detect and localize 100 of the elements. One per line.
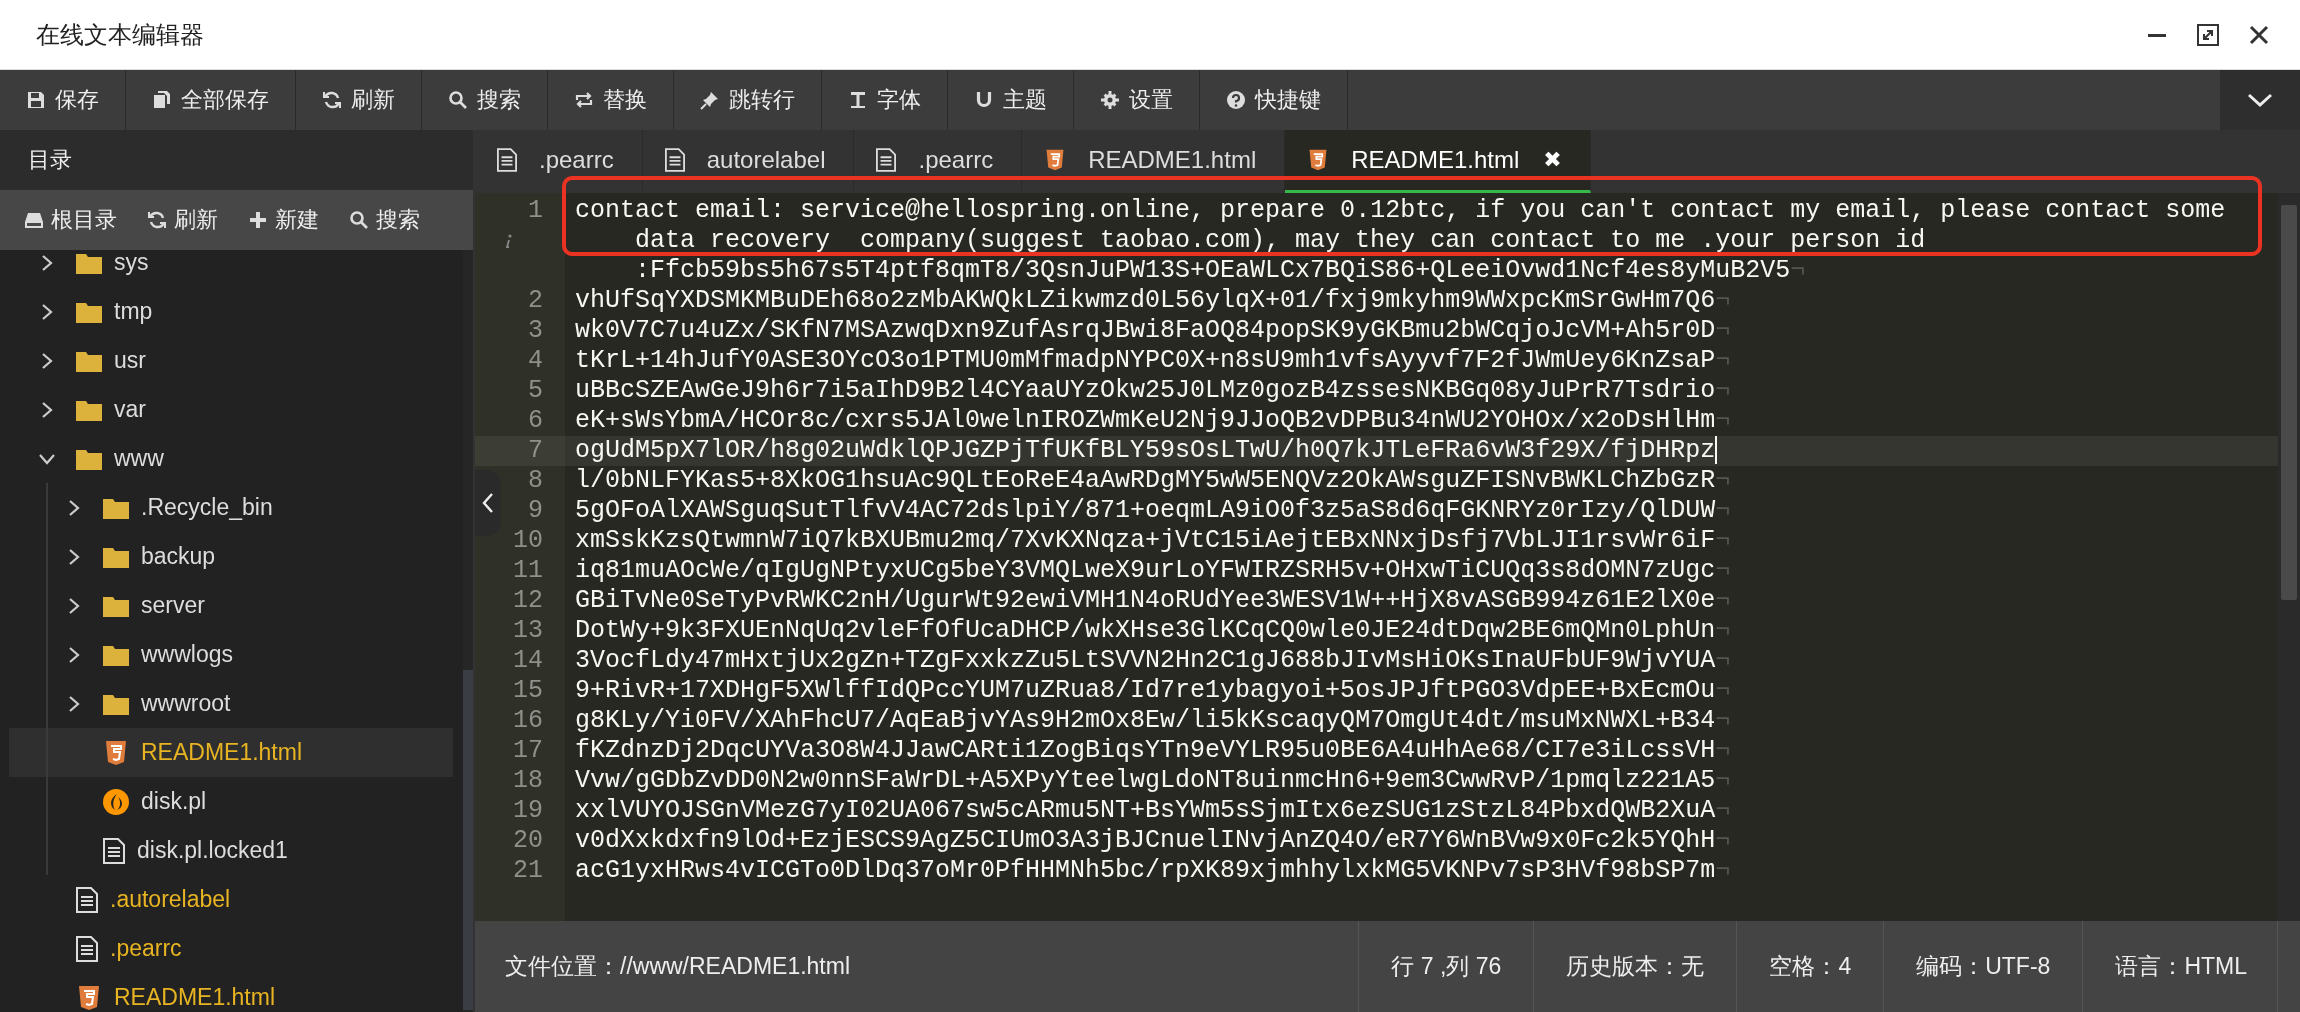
end-of-line-mark: ¬ [1715,856,1731,885]
close-icon[interactable] [2248,23,2270,46]
status-item: 语言：HTML [2082,921,2278,1012]
tree-item[interactable]: .pearrc [9,924,453,973]
code-line: xmSskKzsQtwmnW7iQ7kBXUBmu2mq/7XvKXNqza+jVtC15iAejtEBxNNxjDsfj7VbLJI1rsvWr6iF [575,526,1716,555]
line-number: 20 [513,826,543,856]
line-number: 7 [528,436,543,466]
end-of-line-mark: ¬ [1715,616,1731,645]
file-tab[interactable]: README1.html ✖ [1285,130,1591,193]
document-icon [876,148,897,172]
chevron-left-icon [481,492,495,514]
code-line: 5gOFoAlXAWSguqSutTlfvV4AC72dslpiY/871+oeqmLA9iO0f3z5aS8d6qFGKNRYz0rIzy/QlDUW [575,496,1716,525]
drive-icon [24,210,44,230]
line-number: 4 [528,346,543,376]
status-item: 编码：UTF-8 [1883,921,2083,1012]
tree-item[interactable]: tmp [9,287,453,336]
html-file-icon [76,984,102,1011]
end-of-line-mark: ¬ [1715,796,1731,825]
tree-item[interactable]: var [9,385,453,434]
tree-item[interactable]: disk.pl.locked1 [9,826,453,875]
document-icon [76,935,98,962]
end-of-line-mark: ¬ [1715,586,1731,615]
end-of-line-mark: ¬ [1790,256,1806,285]
document-icon [497,148,517,172]
tree-item[interactable]: README1.html [9,973,453,1012]
code-line: acG1yxHRws4vICGTo0DlDq37oMr0PfHHMNh5bc/rpXK89xjmhhylxkMG5VKNPv7sP3HVf98bSP7m [575,856,1716,885]
refresh-icon [322,90,342,110]
refresh-icon [147,210,167,230]
tree-item[interactable]: server [9,581,453,630]
line-number: 11 [513,556,543,586]
line-number: 14 [513,646,543,676]
copy-icon [152,90,172,110]
code-line: g8KLy/Yi0FV/XAhFhcU7/AqEaBjvYAs9H2mOx8Ew/li5kKscaqyQM7OmgUt4dt/msuMxNWXL+B34 [575,706,1716,735]
line-number: 10 [513,526,543,556]
swap-icon [574,90,594,110]
scrollbar-thumb[interactable] [2281,205,2297,600]
line-number: 12 [513,586,543,616]
folder-icon [103,496,129,519]
sidebar-title: 目录 [28,146,72,174]
code-line: contact email: service@hellospring.online, prepare 0.12btc, if you can't contact my email, please contact some [575,196,2226,225]
code-line: fKZdnzDj2DqcUYVa3O8W4JJawCARti1ZogBiqsYTn9eVYLR95u0BE6A4uHhAe68/CI7e3iLcssVH [575,736,1716,765]
code-line: uBBcSZEAwGeJ9h6r7i5aIhD9B2l4CYaaUYzOkw25J0LMz0gozB4zssesNKBGq08yJuPrR7Tsdrio [575,376,1716,405]
document-icon [664,148,685,172]
folder-icon [103,692,129,715]
file-path: 文件位置：//www/README1.html [504,952,851,981]
tree-item[interactable]: backup [9,532,453,581]
folder-icon [103,643,129,666]
code-line: Vvw/gGDbZvDD0N2w0nnSFaWrDL+A5XPyYteelwgLdoNT8uinmcHn6+9em3CwwRvP/1pmqlz221A5 [575,766,1716,795]
end-of-line-mark: ¬ [1715,316,1731,345]
restore-icon[interactable] [2196,22,2220,47]
end-of-line-mark: ¬ [1715,766,1731,795]
search-icon [349,210,369,230]
end-of-line-mark: ¬ [1715,376,1731,405]
end-of-line-mark: ¬ [1715,346,1731,375]
end-of-line-mark: ¬ [1715,736,1731,765]
tree-item[interactable]: .autorelabel [9,875,453,924]
end-of-line-mark: ¬ [1715,676,1731,705]
folder-icon [76,300,102,323]
help-icon [1226,90,1246,110]
code-line: 3VocfLdy47mHxtjUx2gZn+TZgFxxkzZu5LtSVVN2Hn2C1gJ688bJIvMsHiOKsInaUFbUF9WjvYUA [575,646,1716,675]
tree-item[interactable]: wwwroot [9,679,453,728]
code-line: wk0V7C7u4uZx/SKfN7MSAzwqDxn9ZufAsrqJBwi8FaOQ84popSK9yGKBmu2bWCqjoJcVM+Ah5r0D [575,316,1716,345]
end-of-line-mark: ¬ [1715,646,1731,675]
info-icon [505,234,513,248]
code-line: data recovery company(suggest taobao.com), may they can contact to me .your person id [635,226,1926,255]
tree-item[interactable]: usr [9,336,453,385]
code-line: tKrL+14hJufY0ASE3OYcO3o1PTMU0mMfmadpNYPC0X+n8sU9mh1vfsAyyvf7F2fJWmUey6KnZsaP [575,346,1716,375]
magnet-icon [974,90,994,110]
code-line: :Ffcb59bs5h67s5T4ptf8qmT8/3QsnJuPW13S+OEaWLCx7BQiS86+QLeeiOvwd1Ncf4es8yMuB2V5 [635,256,1791,285]
code-line: eK+sWsYbmA/HCOr8c/cxrs5JAl0welnIROZWmKeU2Nj9JJoQB2vDPBu34nWU2YOHOx/x2oDsHlHm [575,406,1716,435]
line-number: 3 [528,316,543,346]
folder-icon [103,594,129,617]
folder-icon [76,447,102,470]
line-number: 15 [513,676,543,706]
tree-item[interactable]: wwwlogs [9,630,453,679]
tree-item[interactable]: disk.pl [9,777,453,826]
line-number: 9 [528,496,543,526]
code-line: vhUfSqYXDSMKMBuDEh68o2zMbAKWQkLZikwmzd0L56ylqX+01/fxj9mkyhm9WWxpcKmSrGwHm7Q6 [575,286,1716,315]
code-line: l/0bNLFYKas5+8XkOG1hsuAc9QLtEoReE4aAwRDgMY5wW5ENQVz2OkAWsguZFISNvBWKLChZbGzR [575,466,1716,495]
status-item: 行 7 ,列 76 [1358,921,1534,1012]
save-icon [26,90,46,110]
line-number: 17 [513,736,543,766]
code-line: v0dXxkdxfn9lOd+EzjESCS9AgZ5CIUmO3A3jBJCnuelINvjAnZQ4O/eR7Y6WnBVw9x0Fc2k5YQhH [575,826,1716,855]
code-line: iq81muAOcWe/qIgUgNPtyxUCg5beY3VMQLweX9urLoYFWIRZSRH5v+OHxwTiCUQq3s8dOMN7zUgc [575,556,1716,585]
collapse-sidebar-handle[interactable] [475,470,501,536]
tree-item[interactable]: sys [9,250,453,287]
plus-icon [248,210,268,230]
end-of-line-mark: ¬ [1715,526,1731,555]
font-icon [848,90,868,110]
line-number: 16 [513,706,543,736]
scrollbar-thumb[interactable] [463,670,473,1010]
chevron-down-icon [2247,92,2273,108]
tree-item[interactable]: .Recycle_bin [9,483,453,532]
line-number: 21 [513,856,543,886]
line-number: 19 [513,796,543,826]
close-tab-button[interactable]: ✖ [1543,147,1562,173]
selected-tree-item[interactable]: README1.html [9,728,453,777]
tree-item[interactable]: www [9,434,453,483]
document-icon [76,886,98,913]
html-file-icon [103,739,129,766]
